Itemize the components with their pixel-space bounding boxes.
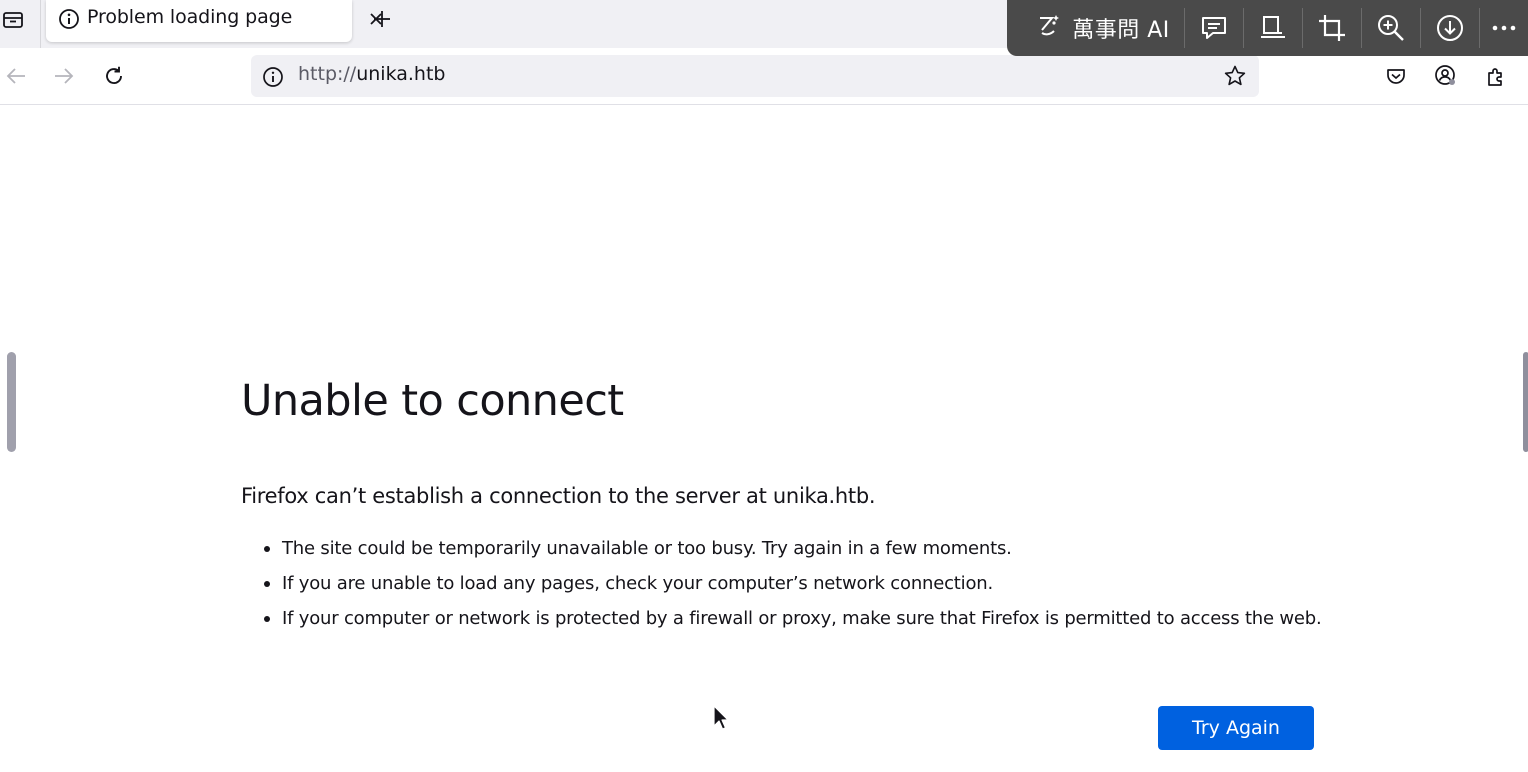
tab-active[interactable]: Problem loading page (46, 0, 382, 42)
back-icon[interactable] (2, 62, 30, 90)
extensions-icon[interactable] (1482, 62, 1510, 90)
ai-label: 萬事問 AI (1072, 18, 1170, 43)
tab-title: Problem loading page (87, 6, 293, 28)
ai-sparkle-icon (1034, 11, 1064, 45)
error-description: Firefox can’t establish a connection to … (241, 484, 876, 508)
scrollbar-thumb[interactable] (7, 352, 16, 452)
firefox-view-icon[interactable] (0, 6, 26, 34)
forward-icon[interactable] (50, 62, 78, 90)
comment-icon[interactable] (1185, 0, 1243, 56)
reload-icon[interactable] (100, 62, 128, 90)
url-text[interactable]: http://unika.htb (298, 63, 446, 85)
ai-ask-button[interactable]: 萬事問 AI (1019, 0, 1185, 56)
url-host: unika.htb (356, 63, 446, 85)
list-item: If you are unable to load any pages, che… (264, 571, 1342, 596)
ai-toolbar-overlay: 萬事問 AI (1007, 0, 1528, 56)
mouse-cursor-icon (712, 704, 730, 732)
pocket-icon[interactable] (1382, 62, 1410, 90)
error-suggestions-list: The site could be temporarily unavailabl… (263, 536, 1342, 641)
list-item: If your computer or network is protected… (264, 606, 1342, 631)
navigation-toolbar: http://unika.htb (0, 48, 1528, 105)
error-title: Unable to connect (241, 376, 624, 426)
info-icon (58, 8, 79, 29)
try-again-button[interactable]: Try Again (1158, 706, 1314, 750)
new-tab-button[interactable] (368, 5, 396, 33)
account-icon[interactable] (1432, 62, 1460, 90)
url-bar[interactable]: http://unika.htb (251, 55, 1259, 97)
download-icon[interactable] (1421, 0, 1479, 56)
site-info-icon[interactable] (262, 66, 283, 87)
url-scheme: http:// (298, 63, 357, 85)
scrollbar-thumb-right[interactable] (1523, 352, 1528, 452)
bookmark-star-icon[interactable] (1223, 64, 1247, 88)
zoom-in-icon[interactable] (1362, 0, 1420, 56)
list-item: The site could be temporarily unavailabl… (264, 536, 1342, 561)
more-icon[interactable] (1480, 0, 1528, 56)
crop-icon[interactable] (1303, 0, 1361, 56)
bookmark-panel-icon[interactable] (1244, 0, 1302, 56)
tab-separator (40, 0, 41, 48)
